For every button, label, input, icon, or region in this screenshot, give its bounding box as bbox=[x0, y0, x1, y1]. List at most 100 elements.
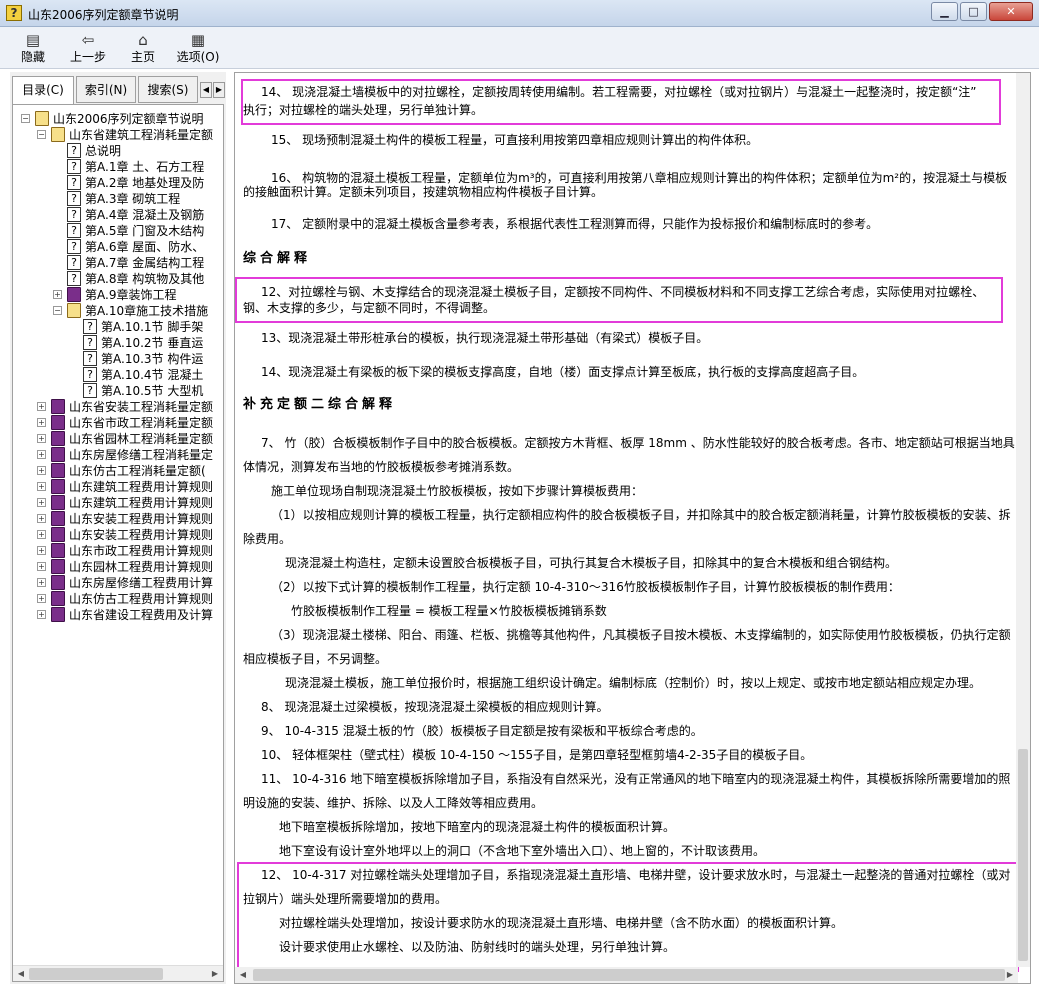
hide-button[interactable]: ▤ 隐藏 bbox=[14, 30, 52, 68]
tree-node[interactable]: + 山东仿古工程费用计算规则 bbox=[13, 591, 213, 607]
content-vertical-scrollbar[interactable] bbox=[1016, 73, 1030, 967]
tree-node[interactable]: − 第A.10章施工技术措施 bbox=[13, 303, 213, 319]
heading-supplement-two: 补充定额二综合解释 bbox=[243, 397, 397, 412]
tree-node[interactable]: + 山东省建设工程费用及计算 bbox=[13, 607, 213, 623]
collapse-icon[interactable]: − bbox=[21, 114, 30, 123]
expand-icon[interactable]: + bbox=[37, 578, 46, 587]
tree-node[interactable]: + 山东仿古工程消耗量定额( bbox=[13, 463, 213, 479]
close-button[interactable]: ✕ bbox=[989, 2, 1033, 21]
hide-pane-icon: ▤ bbox=[25, 31, 41, 49]
expand-icon[interactable]: + bbox=[37, 466, 46, 475]
home-button[interactable]: ⌂ 主页 bbox=[126, 30, 160, 68]
collapse-icon[interactable]: − bbox=[53, 306, 62, 315]
expand-icon[interactable]: + bbox=[37, 482, 46, 491]
tree-node[interactable]: + 山东建筑工程费用计算规则 bbox=[13, 479, 213, 495]
scroll-right-arrow-icon[interactable]: ▶ bbox=[1004, 969, 1016, 981]
tree-node[interactable]: + 山东房屋修缮工程消耗量定 bbox=[13, 447, 213, 463]
tree-node[interactable]: + 山东园林工程费用计算规则 bbox=[13, 559, 213, 575]
options-icon: ▦ bbox=[190, 31, 206, 49]
expand-icon[interactable]: + bbox=[37, 562, 46, 571]
help-page-icon: ? bbox=[67, 143, 81, 158]
tree-node[interactable]: − 山东省建筑工程消耗量定额 bbox=[13, 127, 213, 143]
help-page-icon: ? bbox=[67, 191, 81, 206]
formula-bamboo-board: 竹胶板模板制作工程量 = 模板工程量×竹胶板模板摊销系数 bbox=[291, 604, 607, 618]
tree-scroll-thumb[interactable] bbox=[29, 968, 163, 980]
paragraph-supp-12-c: 对拉螺栓端头处理增加，按设计要求防水的现浇混凝土直形墙、电梯井壁（含不防水面）的… bbox=[279, 916, 844, 930]
tree-node[interactable]: + 山东房屋修缮工程费用计算 bbox=[13, 575, 213, 591]
help-page-icon: ? bbox=[83, 383, 97, 398]
paragraph-supp-7-b: 体情况，测算发布当地的竹胶板模板参考摊消系数。 bbox=[243, 460, 520, 474]
expand-icon[interactable]: + bbox=[37, 546, 46, 555]
collapse-icon[interactable]: − bbox=[37, 130, 46, 139]
paragraph-15: 15、 现场预制混凝土构件的模板工程量，可直接利用按第四章相应规则计算出的构件体… bbox=[271, 133, 759, 147]
restore-button[interactable]: □ bbox=[960, 2, 987, 21]
back-button[interactable]: ⇦ 上一步 bbox=[66, 30, 110, 68]
expand-icon[interactable]: + bbox=[37, 402, 46, 411]
content-hscroll-thumb[interactable] bbox=[253, 969, 1005, 981]
tree-node-label: 山东省园林工程消耗量定额 bbox=[69, 432, 214, 446]
closed-book-icon bbox=[51, 607, 65, 622]
back-arrow-icon: ⇦ bbox=[81, 31, 95, 49]
expand-icon[interactable]: + bbox=[37, 498, 46, 507]
tab-index[interactable]: 索引(N) bbox=[76, 76, 136, 103]
scroll-right-arrow-icon[interactable]: ▶ bbox=[209, 968, 221, 980]
expand-icon[interactable]: + bbox=[37, 450, 46, 459]
tree-node[interactable]: + 山东省园林工程消耗量定额 bbox=[13, 431, 213, 447]
scroll-left-arrow-icon[interactable]: ◀ bbox=[15, 968, 27, 980]
tree-node-label: 山东安装工程费用计算规则 bbox=[69, 512, 214, 526]
tab-contents[interactable]: 目录(C) bbox=[12, 76, 74, 105]
paragraph-explain-12-b: 钢、木支撑的多少，与定额不同时，不得调整。 bbox=[243, 301, 496, 315]
tree-node[interactable]: − 山东2006序列定额章节说明 bbox=[13, 111, 213, 127]
expand-icon[interactable]: + bbox=[37, 530, 46, 539]
paragraph-supp-12-a: 12、 10-4-317 对拉螺栓端头处理增加子目，系指现浇混凝土直形墙、电梯井… bbox=[261, 868, 1011, 882]
scroll-left-arrow-icon[interactable]: ◀ bbox=[237, 969, 249, 981]
tree-node[interactable]: ? 总说明 bbox=[13, 143, 213, 159]
expand-icon[interactable]: + bbox=[37, 514, 46, 523]
tree-node[interactable]: ? 第A.8章 构筑物及其他 bbox=[13, 271, 213, 287]
help-page-icon: ? bbox=[67, 175, 81, 190]
expand-icon[interactable]: + bbox=[37, 418, 46, 427]
tab-scroll-right-icon[interactable]: ▶ bbox=[213, 82, 225, 98]
tree-node[interactable]: ? 第A.1章 土、石方工程 bbox=[13, 159, 213, 175]
content-horizontal-scrollbar[interactable]: ◀ ▶ bbox=[235, 967, 1018, 983]
tree-node-label: 山东省安装工程消耗量定额 bbox=[69, 400, 214, 414]
tree-node[interactable]: ? 第A.10.5节 大型机 bbox=[13, 383, 213, 399]
expand-icon[interactable]: + bbox=[37, 434, 46, 443]
tree-node[interactable]: + 山东安装工程费用计算规则 bbox=[13, 511, 213, 527]
expand-icon[interactable]: + bbox=[37, 594, 46, 603]
tree-node[interactable]: ? 第A.10.2节 垂直运 bbox=[13, 335, 213, 351]
tree-node[interactable]: + 山东市政工程费用计算规则 bbox=[13, 543, 213, 559]
tree-horizontal-scrollbar[interactable]: ◀ ▶ bbox=[13, 965, 223, 981]
help-page-icon: ? bbox=[83, 319, 97, 334]
tree-node[interactable]: ? 第A.6章 屋面、防水、 bbox=[13, 239, 213, 255]
options-button[interactable]: ▦ 选项(O) bbox=[174, 30, 222, 68]
tree-node-label: 山东省建设工程费用及计算 bbox=[69, 608, 214, 622]
expand-icon[interactable]: + bbox=[53, 290, 62, 299]
closed-book-icon bbox=[51, 575, 65, 590]
tree-node[interactable]: ? 第A.2章 地基处理及防 bbox=[13, 175, 213, 191]
tree-node[interactable]: + 山东建筑工程费用计算规则 bbox=[13, 495, 213, 511]
tree-node[interactable]: + 山东省安装工程消耗量定额 bbox=[13, 399, 213, 415]
tab-search[interactable]: 搜索(S) bbox=[138, 76, 198, 103]
tab-scroll-left-icon[interactable]: ◀ bbox=[200, 82, 212, 98]
closed-book-icon bbox=[51, 559, 65, 574]
help-page-icon: ? bbox=[67, 271, 81, 286]
tree-node[interactable]: ? 第A.3章 砌筑工程 bbox=[13, 191, 213, 207]
tree-node[interactable]: ? 第A.10.1节 脚手架 bbox=[13, 319, 213, 335]
tree-node[interactable]: ? 第A.5章 门窗及木结构 bbox=[13, 223, 213, 239]
tree-node[interactable]: + 第A.9章装饰工程 bbox=[13, 287, 213, 303]
tree-node[interactable]: ? 第A.7章 金属结构工程 bbox=[13, 255, 213, 271]
tree-node[interactable]: ? 第A.10.4节 混凝土 bbox=[13, 367, 213, 383]
expand-icon[interactable]: + bbox=[37, 610, 46, 619]
tree-node-label: 第A.2章 地基处理及防 bbox=[85, 176, 205, 190]
tree-node[interactable]: + 山东省市政工程消耗量定额 bbox=[13, 415, 213, 431]
tree-node[interactable]: ? 第A.10.3节 构件运 bbox=[13, 351, 213, 367]
tree-node[interactable]: + 山东安装工程费用计算规则 bbox=[13, 527, 213, 543]
minimize-button[interactable]: ▁ bbox=[931, 2, 958, 21]
tree-node[interactable]: ? 第A.4章 混凝土及钢筋 bbox=[13, 207, 213, 223]
tree-node-label: 山东市政工程费用计算规则 bbox=[69, 544, 214, 558]
help-page-icon: ? bbox=[67, 159, 81, 174]
tree-node-label: 山东省建筑工程消耗量定额 bbox=[69, 128, 214, 142]
paragraph-14-a: 14、 现浇混凝土墙模板中的对拉螺栓，定额按周转使用编制。若工程需要，对拉螺栓（… bbox=[261, 85, 977, 99]
content-scroll-thumb[interactable] bbox=[1018, 749, 1028, 961]
